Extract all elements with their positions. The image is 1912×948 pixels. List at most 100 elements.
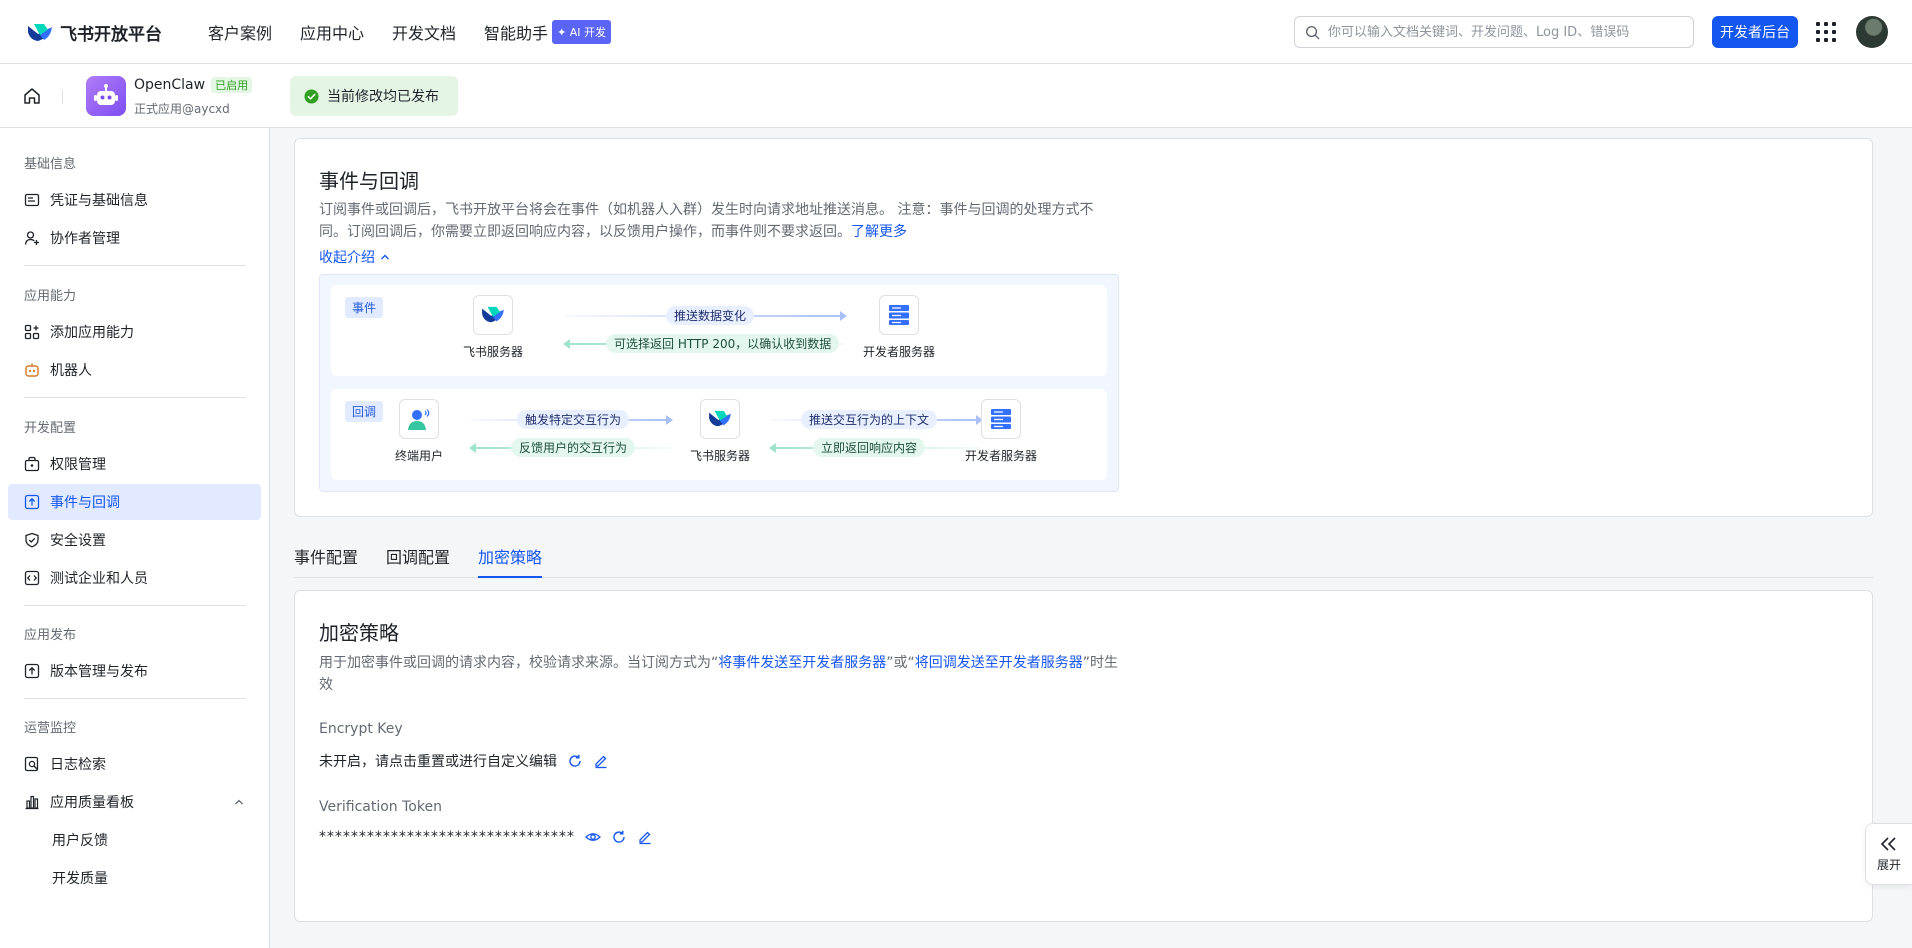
app-name-text: OpenClaw <box>134 77 206 93</box>
tab-event-config[interactable]: 事件配置 <box>294 544 358 578</box>
enc-desc-c: ”时生 <box>1082 655 1119 671</box>
return-now-label: 立即返回响应内容 <box>813 438 926 457</box>
feedback-label: 反馈用户的交互行为 <box>511 438 636 457</box>
divider <box>24 265 246 266</box>
push-data-label: 推送数据变化 <box>666 306 755 325</box>
top-navbar: 飞书开放平台 客户案例 应用中心 开发文档 智能助手✦ AI 开发 开发者后台 <box>0 0 1912 64</box>
encrypt-key-label: Encrypt Key <box>319 721 403 737</box>
sidebar-item-versions[interactable]: 版本管理与发布 <box>8 653 261 689</box>
sidebar-item-label: 凭证与基础信息 <box>50 193 148 209</box>
nav-app-center[interactable]: 应用中心 <box>300 20 364 44</box>
verification-token-value: ******************************** <box>319 829 575 845</box>
push-context-label: 推送交互行为的上下文 <box>801 410 938 429</box>
enc-desc-d: 效 <box>319 677 333 693</box>
divider <box>24 698 246 699</box>
nav-customer-cases[interactable]: 客户案例 <box>208 20 272 44</box>
sidebar-item-collaborators[interactable]: 协作者管理 <box>8 220 261 256</box>
node-label: 终端用户 <box>394 449 443 463</box>
search-icon <box>1305 25 1320 39</box>
intro-description: 订阅事件或回调后，飞书开放平台将会在事件（如机器人入群）发生时向请求地址推送消息… <box>319 199 1119 243</box>
sidebar-item-label: 版本管理与发布 <box>50 664 148 680</box>
user-avatar[interactable] <box>1856 16 1888 48</box>
callback-flow-row: 回调 终端用户 触发特定交互行为 反馈用户的交互行为 飞书服务器 推送交互行为的… <box>331 389 1107 480</box>
event-server-link[interactable]: 将事件发送至开发者服务器 <box>718 655 886 671</box>
dev-server-node: 开发者服务器 <box>849 295 949 360</box>
app-name: OpenClaw 已启用 <box>134 77 253 93</box>
brand-logo[interactable]: 飞书开放平台 <box>26 20 162 45</box>
learn-more-link[interactable]: 了解更多 <box>851 224 907 240</box>
nav-ai-assistant[interactable]: 智能助手 ✦ AI 开发 <box>484 20 612 44</box>
sidebar-item-security[interactable]: 安全设置 <box>8 522 261 558</box>
feishu-server-node: 飞书服务器 <box>670 399 770 464</box>
bot-icon <box>25 363 39 377</box>
sidebar-item-credentials[interactable]: 凭证与基础信息 <box>8 182 261 218</box>
eye-icon[interactable] <box>585 829 601 845</box>
bar-chart-icon <box>25 795 39 810</box>
expand-panel-button[interactable]: 展开 <box>1865 823 1912 885</box>
collapse-intro-link[interactable]: 收起介绍 <box>319 247 391 267</box>
app-grid-icon[interactable] <box>1816 22 1836 42</box>
log-search-icon <box>24 756 39 772</box>
nav-dev-docs[interactable]: 开发文档 <box>392 20 456 44</box>
encrypt-key-row: 未开启，请点击重置或进行自定义编辑 <box>319 751 609 771</box>
collapse-intro-label: 收起介绍 <box>319 250 375 266</box>
server-icon <box>981 399 1021 439</box>
reset-icon[interactable] <box>567 753 583 769</box>
config-tabs: 事件配置 回调配置 加密策略 <box>294 540 1873 578</box>
sidebar-item-dev-quality[interactable]: 开发质量 <box>8 860 261 896</box>
double-chevron-left-icon <box>1880 836 1896 851</box>
permission-icon <box>24 456 40 472</box>
sidebar-item-label: 日志检索 <box>50 757 106 773</box>
encryption-description: 用于加密事件或回调的请求内容，校验请求来源。当订阅方式为“将事件发送至开发者服务… <box>319 652 1119 696</box>
publish-tip-text: 当前修改均已发布 <box>327 89 439 105</box>
sidebar-item-label: 安全设置 <box>50 533 106 549</box>
sidebar-item-add-capability[interactable]: 添加应用能力 <box>8 314 261 350</box>
callback-server-link[interactable]: 将回调发送至开发者服务器 <box>915 655 1083 671</box>
search-box[interactable] <box>1294 16 1694 48</box>
reset-icon[interactable] <box>611 829 627 845</box>
flow-diagram: 事件 飞书服务器 推送数据变化 可选择返回 HTTP 200，以确认收到数据 开… <box>319 274 1119 492</box>
sidebar: 基础信息 凭证与基础信息 协作者管理 应用能力 添加应用能力 机器人 开发配置 … <box>0 128 270 948</box>
divider <box>62 90 63 104</box>
sidebar-item-label: 添加应用能力 <box>50 325 134 341</box>
sidebar-item-test-org[interactable]: 测试企业和人员 <box>8 560 261 596</box>
intro-desc-line2: 同。订阅回调后，你需要立即返回响应内容，以反馈用户操作，而事件则不要求返回。 <box>319 224 851 240</box>
tab-callback-config[interactable]: 回调配置 <box>386 544 450 578</box>
sidebar-item-feedback[interactable]: 用户反馈 <box>8 822 261 858</box>
enc-desc-b: ”或“ <box>886 655 915 671</box>
id-card-icon <box>24 193 40 207</box>
group-ops-monitor: 运营监控 <box>24 721 77 736</box>
top-nav: 客户案例 应用中心 开发文档 智能助手 ✦ AI 开发 <box>208 20 612 44</box>
chevron-up-icon <box>381 254 389 260</box>
sidebar-item-label: 用户反馈 <box>52 833 108 849</box>
edit-icon[interactable] <box>593 753 609 769</box>
node-label: 开发者服务器 <box>862 345 935 359</box>
event-flow-row: 事件 飞书服务器 推送数据变化 可选择返回 HTTP 200，以确认收到数据 开… <box>331 285 1107 376</box>
expand-label: 展开 <box>1876 857 1901 872</box>
tab-encryption[interactable]: 加密策略 <box>478 544 543 578</box>
sidebar-item-bot[interactable]: 机器人 <box>8 352 261 388</box>
home-icon[interactable] <box>22 86 42 106</box>
nav-ai-assistant-label: 智能助手 <box>484 24 549 43</box>
optional-return-label: 可选择返回 HTTP 200，以确认收到数据 <box>606 334 840 353</box>
sidebar-item-permissions[interactable]: 权限管理 <box>8 446 261 482</box>
sidebar-item-label: 权限管理 <box>50 457 106 473</box>
developer-console-button[interactable]: 开发者后台 <box>1712 16 1798 48</box>
status-badge: 已启用 <box>211 77 253 93</box>
group-basic-info: 基础信息 <box>24 157 77 172</box>
event-tag: 事件 <box>345 297 384 318</box>
sidebar-item-label: 测试企业和人员 <box>50 571 148 587</box>
chevron-up-icon[interactable] <box>233 796 245 808</box>
edit-icon[interactable] <box>637 829 653 845</box>
sidebar-item-quality[interactable]: 应用质量看板 <box>8 784 261 820</box>
sidebar-item-label: 协作者管理 <box>50 231 120 247</box>
divider <box>24 397 246 398</box>
sidebar-item-events[interactable]: 事件与回调 <box>8 484 261 520</box>
end-user-node: 终端用户 <box>369 399 469 464</box>
user-icon <box>399 399 439 439</box>
feishu-logo-icon <box>28 23 52 41</box>
search-input[interactable] <box>1328 24 1678 40</box>
sidebar-item-label: 机器人 <box>50 363 92 379</box>
sidebar-item-logs[interactable]: 日志检索 <box>8 746 261 782</box>
node-label: 开发者服务器 <box>964 449 1037 463</box>
